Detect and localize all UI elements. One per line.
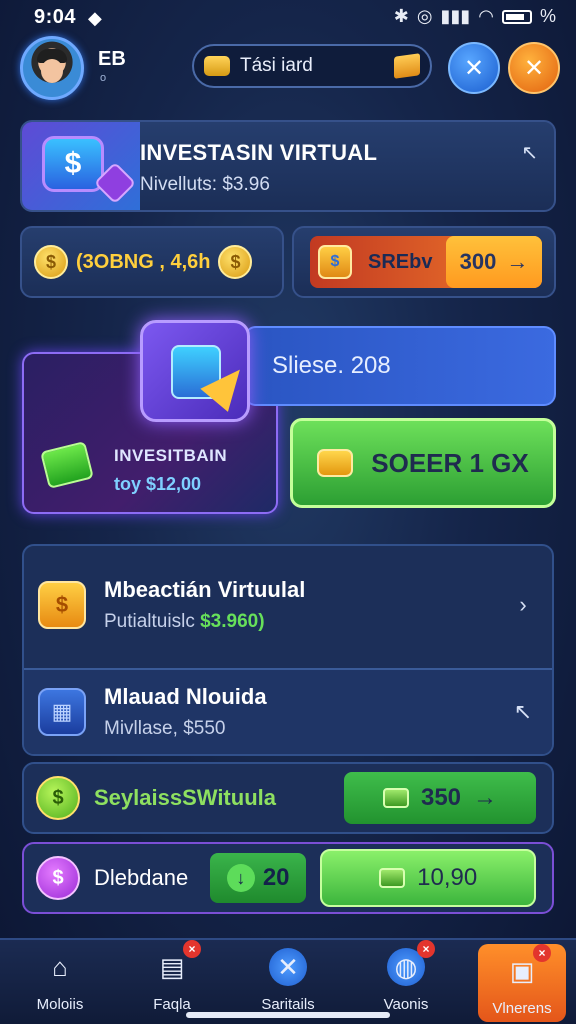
purple-row[interactable]: $ Dlebdane ↓ 20 10,90 — [22, 842, 554, 914]
green-row[interactable]: $ SeylaissSWituula 350 → — [22, 762, 554, 834]
dollar-coin-icon: $ — [36, 856, 80, 900]
cash-icon — [379, 868, 406, 888]
notification-badge: × — [417, 940, 435, 958]
list-item-title: Mbeactián Virtuulal — [104, 577, 306, 602]
invest-subtitle: Nivelluts: $3.96 — [140, 174, 270, 195]
tools-icon: ✕ — [269, 948, 307, 986]
green-button-label: SOEER 1 GX — [371, 447, 529, 478]
list-item-sub: Mivllase, — [104, 718, 178, 739]
arrow-right-icon: → — [506, 249, 529, 274]
green-row-value: 350 — [420, 784, 462, 811]
spin-card[interactable]: $ SREbv 300 → — [292, 226, 556, 298]
home-icon: ⌂ — [52, 951, 68, 982]
list-item-sub: Putialtuislc — [104, 611, 195, 632]
tools-button[interactable]: ✕ — [448, 42, 500, 94]
deposit-button[interactable]: ↓ 20 — [210, 853, 307, 903]
box-icon — [394, 53, 420, 79]
deposit-value: 20 — [262, 864, 290, 891]
tools-icon: ✕ — [463, 54, 485, 82]
green-row-value-button[interactable]: 350 → — [344, 772, 536, 824]
nav-label: Vaonis — [383, 996, 429, 1013]
spin-label: SREbv — [368, 250, 433, 273]
status-time: 9:04 — [34, 6, 77, 28]
list-item-value: $3.960) — [200, 611, 265, 632]
nav-label: Saritails — [261, 996, 315, 1013]
spin-bar[interactable]: $ SREbv 300 → — [310, 236, 542, 288]
nav-label: Faqla — [153, 996, 191, 1013]
chevron-icon: ↖ — [513, 699, 533, 724]
search-bar[interactable]: Tási iard — [192, 44, 432, 88]
nav-label: Moloiis — [36, 996, 84, 1013]
balance-button[interactable]: 10,90 — [320, 849, 537, 907]
close-icon: ✕ — [523, 54, 545, 82]
savings-text: Sliese. 208 — [272, 352, 391, 379]
green-action-button[interactable]: SOEER 1 GX — [290, 418, 556, 508]
feature-subtitle: toy $12,00 — [114, 474, 202, 494]
document-arrow-icon — [140, 320, 254, 422]
coins-card[interactable]: $ (3OBNG , 4,6h $ — [20, 226, 284, 298]
notification-badge: × — [183, 940, 201, 958]
list-item[interactable]: $ Mbeactián Virtuulal Putialtuislc $3.96… — [24, 546, 552, 664]
coin-icon: $ — [34, 245, 68, 279]
gift-icon: ▣ × — [503, 944, 551, 990]
search-text: Tási iard — [240, 55, 313, 76]
coins-text: (3OBNG , 4,6h — [76, 250, 211, 273]
chevron-icon: ↖ — [521, 142, 538, 164]
home-indicator[interactable] — [186, 1012, 390, 1018]
invest-title: INVESTASIN VIRTUAL — [140, 140, 378, 165]
dollar-shield-icon: $ — [42, 136, 104, 192]
notification-badge: × — [533, 944, 551, 962]
nav-item-home[interactable]: ⌂ Moloiis — [12, 940, 108, 1024]
spin-value: 300 — [459, 249, 497, 274]
invest-icon-wrap: $ — [22, 122, 140, 210]
coin-stack-icon — [204, 56, 230, 76]
spin-value-badge[interactable]: 300 → — [446, 236, 542, 288]
shield-check-icon: ◆ — [88, 8, 102, 28]
document-icon: ▤ × — [153, 940, 201, 986]
invest-card[interactable]: $ INVESTASIN VIRTUAL Nivelluts: $3.96 ↖ — [20, 120, 556, 212]
nav-label: Vlnerens — [492, 1000, 552, 1017]
signal-icon: ▮▮▮ — [440, 6, 471, 26]
coin-pile-icon — [317, 449, 354, 477]
list-item-title: Mlauad Nlouida — [104, 684, 267, 709]
arrow-right-icon: → — [473, 784, 498, 811]
coin-icon-2: $ — [218, 245, 253, 279]
close-button[interactable]: ✕ — [508, 42, 560, 94]
cash-icon — [382, 788, 409, 808]
user-initials: EB — [98, 48, 126, 70]
user-sub: o — [100, 72, 107, 84]
wifi-icon: ◠ — [478, 6, 494, 26]
arrow-down-icon: ↓ — [226, 864, 255, 892]
chip-icon: ▦ — [38, 688, 86, 736]
target-icon: ◎ — [416, 6, 433, 26]
nav-item-gift[interactable]: ▣ × Vlnerens — [478, 944, 566, 1022]
balance-value: 10,90 — [417, 864, 478, 891]
dollar-coin-icon: $ — [36, 776, 80, 820]
chevron-right-icon: › — [519, 592, 527, 617]
battery-icon — [501, 9, 532, 24]
purple-row-label: Dlebdane — [94, 865, 189, 890]
list-section: $ Mbeactián Virtuulal Putialtuislc $3.96… — [22, 544, 554, 756]
avatar[interactable] — [20, 36, 84, 100]
savings-bar[interactable]: Sliese. 208 — [244, 326, 556, 406]
globe-icon: ◍ × — [387, 940, 435, 986]
feature-title: INVESITBAIN — [114, 446, 228, 465]
dollar-badge-icon: $ — [38, 581, 86, 629]
list-item[interactable]: ▦ Mlauad Nlouida Mivllase, $550 ↖ — [24, 668, 552, 754]
green-row-label: SeylaissSWituula — [94, 785, 276, 810]
status-icons: ✱ ◎ ▮▮▮ ◠ % — [394, 6, 556, 27]
bluetooth-icon: ✱ — [393, 6, 409, 26]
battery-percent: % — [539, 6, 556, 26]
list-item-value: $550 — [183, 718, 226, 739]
dollar-box-icon: $ — [318, 245, 352, 279]
